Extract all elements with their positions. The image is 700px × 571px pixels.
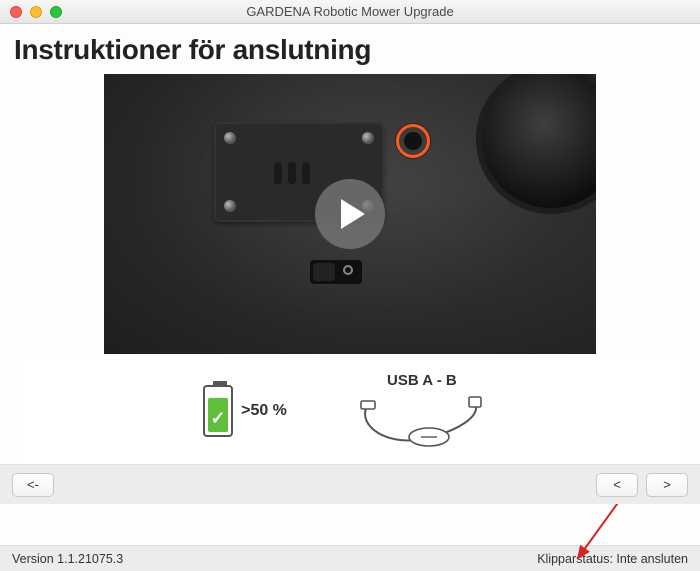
close-icon[interactable] [10,6,22,18]
content-area: Instruktioner för anslutning [0,24,700,545]
status-bar: Version 1.1.21075.3 Klipparstatus: Inte … [0,545,700,571]
footer-nav: <- < > [0,464,700,504]
fullscreen-icon[interactable] [50,6,62,18]
back-button[interactable]: <- [12,473,54,497]
next-button[interactable]: > [646,473,688,497]
prev-button[interactable]: < [596,473,638,497]
usb-port-highlight-icon [396,124,430,158]
checkmark-icon: ✓ [211,408,226,429]
battery-requirement: ✓ >50 % [203,385,287,437]
titlebar: GARDENA Robotic Mower Upgrade [0,0,700,24]
version-label: Version 1.1.21075.3 [12,552,123,566]
traffic-lights [10,6,62,18]
usb-label: USB A - B [387,372,457,389]
battery-level-label: >50 % [241,402,287,420]
instruction-video[interactable] [104,74,596,354]
window-title: GARDENA Robotic Mower Upgrade [0,4,700,19]
battery-icon: ✓ [203,385,233,437]
usb-cable-requirement: USB A - B [347,372,497,451]
app-window: GARDENA Robotic Mower Upgrade Instruktio… [0,0,700,571]
play-button[interactable] [315,179,385,249]
minimize-icon[interactable] [30,6,42,18]
power-switch-illustration [309,259,363,285]
mower-status-label: Klipparstatus: Inte ansluten [537,552,688,566]
requirements-diagram: ✓ >50 % USB A - B [18,354,682,464]
usb-cable-icon [347,391,497,451]
play-icon [341,199,365,229]
page-title: Instruktioner för anslutning [0,24,700,74]
